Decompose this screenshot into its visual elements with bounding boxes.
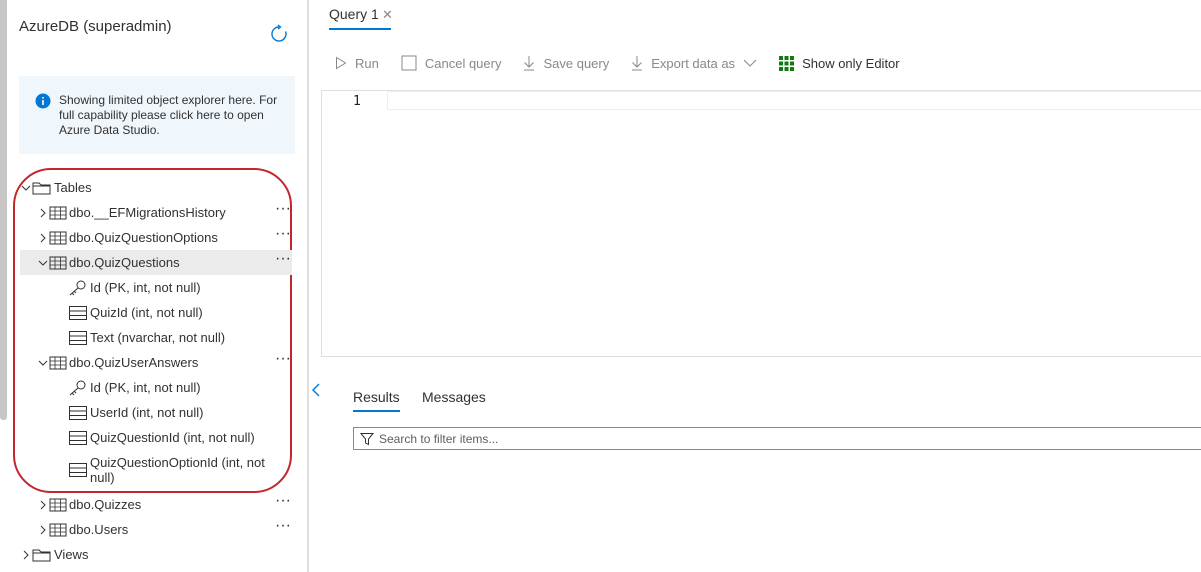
tree-column-text[interactable]: Text (nvarchar, not null) <box>20 325 292 350</box>
more-options-icon[interactable]: ··· <box>274 201 292 218</box>
chevron-down-icon <box>743 59 757 67</box>
tree-label: QuizQuestionId (int, not null) <box>90 430 255 445</box>
save-query-label: Save query <box>543 55 610 71</box>
column-icon <box>69 463 87 477</box>
tree-label: dbo.QuizQuestionOptions <box>69 230 218 245</box>
folder-icon <box>32 549 51 561</box>
more-options-icon[interactable]: ··· <box>274 351 292 368</box>
tree-folder-views[interactable]: Views <box>20 542 292 567</box>
search-placeholder: Search to filter items... <box>379 431 499 446</box>
cancel-query-label: Cancel query <box>424 55 502 71</box>
more-options-icon[interactable]: ··· <box>274 518 292 535</box>
chevron-down-icon[interactable] <box>37 357 49 369</box>
panel-splitter[interactable] <box>307 0 309 572</box>
run-button[interactable]: Run <box>335 56 379 71</box>
more-options-icon[interactable]: ··· <box>274 226 292 243</box>
column-icon <box>69 405 87 420</box>
run-label: Run <box>355 55 379 71</box>
download-icon <box>524 56 535 71</box>
export-data-as-label: Export data as <box>651 55 736 71</box>
show-only-editor-label: Show only Editor <box>802 55 900 71</box>
chevron-right-icon[interactable] <box>37 524 49 536</box>
tree-folder-tables[interactable]: Tables <box>20 175 292 200</box>
tree-label: dbo.QuizUserAnswers <box>69 355 199 370</box>
query-toolbar: Run Cancel query Save query Export data … <box>335 52 922 74</box>
column-icon <box>69 330 87 345</box>
tree-label: Tables <box>54 180 92 195</box>
query-editor[interactable]: 1 <box>321 90 1201 357</box>
show-only-editor-button[interactable]: Show only Editor <box>779 55 900 71</box>
cancel-query-button[interactable]: Cancel query <box>401 55 502 71</box>
chevron-left-icon[interactable] <box>310 382 322 398</box>
tab-messages[interactable]: Messages <box>422 389 486 405</box>
tree-table-quizquestionoptions[interactable]: dbo.QuizQuestionOptions ··· <box>20 225 292 250</box>
export-data-as-button[interactable]: Export data as <box>631 55 757 71</box>
table-icon <box>49 256 67 269</box>
tree-label: Id (PK, int, not null) <box>90 380 201 395</box>
line-number: 1 <box>353 94 361 109</box>
object-explorer-panel: AzureDB (superadmin) Showing limited obj… <box>7 0 307 572</box>
chevron-down-icon[interactable] <box>20 182 32 194</box>
tree-label: QuizQuestionOptionId (int, not null) <box>90 455 265 485</box>
tree-column-quizquestionoptionid[interactable]: QuizQuestionOptionId (int, not null) <box>20 455 292 491</box>
tree-label: Text (nvarchar, not null) <box>90 330 226 345</box>
tree-label: Views <box>54 547 89 562</box>
tree-label: dbo.QuizQuestions <box>69 255 180 270</box>
info-banner[interactable]: Showing limited object explorer here. Fo… <box>19 76 295 154</box>
scrollbar-handle[interactable] <box>0 0 7 420</box>
tree-column-quizquestionid[interactable]: QuizQuestionId (int, not null) <box>20 425 292 450</box>
play-icon <box>336 56 347 70</box>
tree-label: UserId (int, not null) <box>90 405 204 420</box>
chevron-down-icon[interactable] <box>37 257 49 269</box>
tree-label: dbo.Users <box>69 522 129 537</box>
chevron-right-icon[interactable] <box>20 549 32 561</box>
info-message: Showing limited object explorer here. Fo… <box>59 93 278 137</box>
grid-icon <box>779 55 795 71</box>
tree-label: Id (PK, int, not null) <box>90 280 201 295</box>
tree-column-quizid[interactable]: QuizId (int, not null) <box>20 300 292 325</box>
tree-label: dbo.Quizzes <box>69 497 142 512</box>
table-icon <box>49 498 67 511</box>
more-options-icon[interactable]: ··· <box>274 493 292 510</box>
column-icon <box>69 430 87 445</box>
close-icon[interactable]: ✕ <box>382 7 393 23</box>
current-line-highlight[interactable] <box>387 91 1201 110</box>
info-icon <box>35 93 51 109</box>
tree-table-efmigrationshistory[interactable]: dbo.__EFMigrationsHistory ··· <box>20 200 292 225</box>
key-icon <box>69 280 86 295</box>
table-icon <box>49 356 67 369</box>
chevron-right-icon[interactable] <box>37 499 49 511</box>
search-input[interactable]: Search to filter items... <box>353 427 1201 450</box>
connection-title: AzureDB (superadmin) <box>19 18 172 35</box>
tree-table-users[interactable]: dbo.Users ··· <box>20 517 292 542</box>
key-icon <box>69 380 86 395</box>
tree-table-quizzes[interactable]: dbo.Quizzes ··· <box>20 492 292 517</box>
stop-icon <box>401 55 417 71</box>
download-icon <box>632 56 643 71</box>
table-icon <box>49 523 67 536</box>
tree-label: QuizId (int, not null) <box>90 305 203 320</box>
tree-column-id[interactable]: Id (PK, int, not null) <box>20 375 292 400</box>
refresh-icon[interactable] <box>269 24 289 44</box>
table-icon <box>49 206 67 219</box>
tab-results[interactable]: Results <box>353 389 400 412</box>
tree-column-userid[interactable]: UserId (int, not null) <box>20 400 292 425</box>
column-icon <box>69 305 87 320</box>
folder-icon <box>32 182 51 194</box>
tree-table-quizquestions[interactable]: dbo.QuizQuestions ··· <box>20 250 292 275</box>
tree-label: dbo.__EFMigrationsHistory <box>69 205 226 220</box>
chevron-right-icon[interactable] <box>37 207 49 219</box>
tree-column-id[interactable]: Id (PK, int, not null) <box>20 275 292 300</box>
filter-icon <box>360 432 374 445</box>
save-query-button[interactable]: Save query <box>523 55 609 71</box>
tree-table-quizuseranswers[interactable]: dbo.QuizUserAnswers ··· <box>20 350 292 375</box>
table-icon <box>49 231 67 244</box>
chevron-right-icon[interactable] <box>37 232 49 244</box>
more-options-icon[interactable]: ··· <box>274 251 292 268</box>
